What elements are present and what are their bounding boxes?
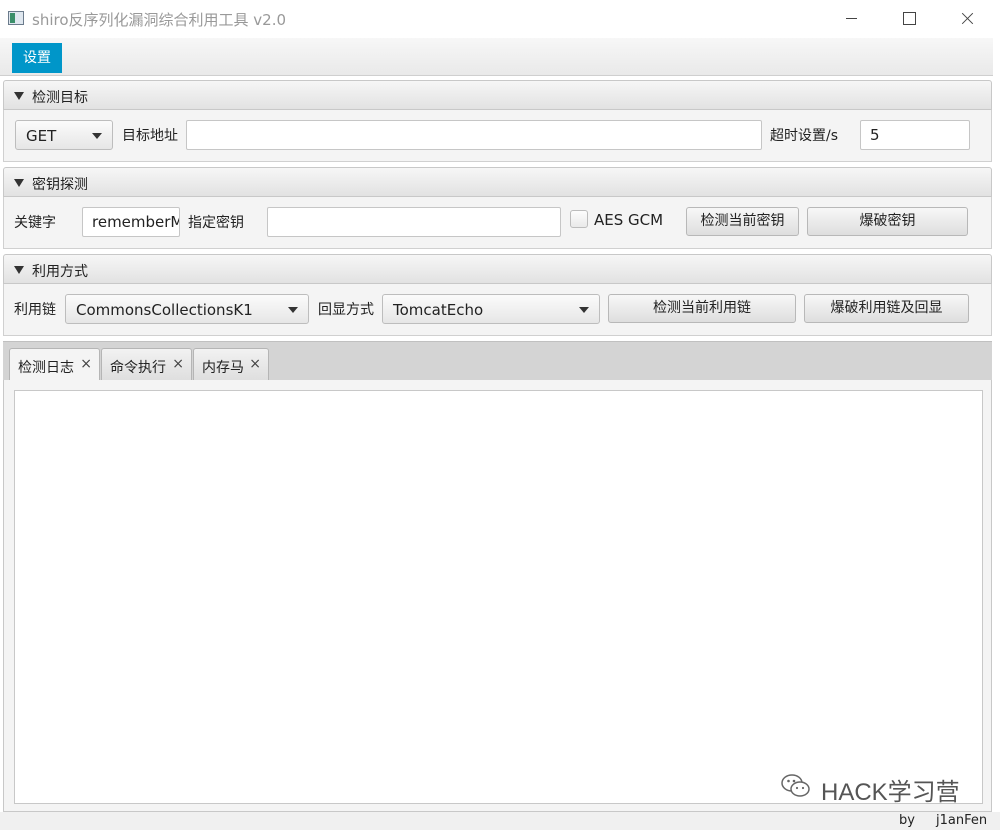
target-section-title: 检测目标 xyxy=(32,90,88,106)
tab-memshell[interactable]: 内存马 × xyxy=(193,348,269,381)
target-section-header[interactable]: 检测目标 xyxy=(3,80,992,110)
close-button[interactable] xyxy=(942,0,992,38)
method-select[interactable]: GET xyxy=(15,120,113,150)
url-label: 目标地址 xyxy=(122,128,178,144)
collapse-triangle-icon xyxy=(14,266,24,274)
keyword-label: 关键字 xyxy=(14,215,56,231)
tab-content xyxy=(3,380,992,812)
chevron-down-icon xyxy=(579,307,589,313)
minimize-button[interactable] xyxy=(826,0,876,38)
footer-author: j1anFen xyxy=(936,813,988,828)
method-value: GET xyxy=(26,127,57,145)
menu-settings[interactable]: 设置 xyxy=(12,43,62,73)
target-section-body: GET 目标地址 超时设置/s 5 xyxy=(3,110,992,162)
tab-command-exec[interactable]: 命令执行 × xyxy=(101,348,192,381)
specified-key-label: 指定密钥 xyxy=(188,215,244,231)
window-title: shiro反序列化漏洞综合利用工具 v2.0 xyxy=(32,11,287,29)
tab-label: 内存马 xyxy=(202,360,244,376)
app-icon xyxy=(8,11,24,25)
title-bar: shiro反序列化漏洞综合利用工具 v2.0 xyxy=(0,0,1000,38)
exploit-section-title: 利用方式 xyxy=(32,264,88,280)
echo-value: TomcatEcho xyxy=(393,301,484,319)
chevron-down-icon xyxy=(288,307,298,313)
log-textarea[interactable] xyxy=(14,390,983,804)
maximize-button[interactable] xyxy=(884,0,934,38)
aes-gcm-label: AES GCM xyxy=(594,211,664,229)
tab-bar: 检测日志 × 命令执行 × 内存马 × xyxy=(3,341,992,382)
detect-key-button[interactable]: 检测当前密钥 xyxy=(686,207,799,236)
brute-key-button[interactable]: 爆破密钥 xyxy=(807,207,968,236)
brute-chain-button[interactable]: 爆破利用链及回显 xyxy=(804,294,969,323)
footer-by: by xyxy=(899,813,915,828)
collapse-triangle-icon xyxy=(14,179,24,187)
chain-label: 利用链 xyxy=(14,302,56,318)
detect-chain-button[interactable]: 检测当前利用链 xyxy=(608,294,796,323)
keyword-input[interactable]: rememberMe xyxy=(82,207,180,237)
tab-label: 命令执行 xyxy=(110,360,166,376)
timeout-input[interactable]: 5 xyxy=(860,120,970,150)
echo-select[interactable]: TomcatEcho xyxy=(382,294,600,324)
exploit-section-header[interactable]: 利用方式 xyxy=(3,254,992,284)
collapse-triangle-icon xyxy=(14,92,24,100)
close-icon[interactable]: × xyxy=(172,356,184,372)
aes-gcm-checkbox[interactable] xyxy=(570,210,588,228)
tab-detection-log[interactable]: 检测日志 × xyxy=(9,348,100,382)
echo-label: 回显方式 xyxy=(318,302,374,318)
key-section-header[interactable]: 密钥探测 xyxy=(3,167,992,197)
tab-label: 检测日志 xyxy=(18,360,74,376)
close-icon[interactable]: × xyxy=(80,356,92,372)
key-section-title: 密钥探测 xyxy=(32,177,88,193)
chain-select[interactable]: CommonsCollectionsK1 xyxy=(65,294,309,324)
key-section-body: 关键字 rememberMe 指定密钥 AES GCM 检测当前密钥 爆破密钥 xyxy=(3,197,992,249)
chevron-down-icon xyxy=(92,133,102,139)
specified-key-input[interactable] xyxy=(267,207,561,237)
close-icon[interactable]: × xyxy=(249,356,261,372)
watermark-text: HACK学习营 xyxy=(821,779,960,806)
exploit-section-body: 利用链 CommonsCollectionsK1 回显方式 TomcatEcho… xyxy=(3,284,992,336)
url-input[interactable] xyxy=(186,120,762,150)
menu-bar: 设置 xyxy=(0,38,993,76)
timeout-label: 超时设置/s xyxy=(770,128,839,144)
status-bar: by j1anFen xyxy=(0,812,1000,830)
chain-value: CommonsCollectionsK1 xyxy=(76,301,253,319)
wechat-icon xyxy=(781,774,810,797)
